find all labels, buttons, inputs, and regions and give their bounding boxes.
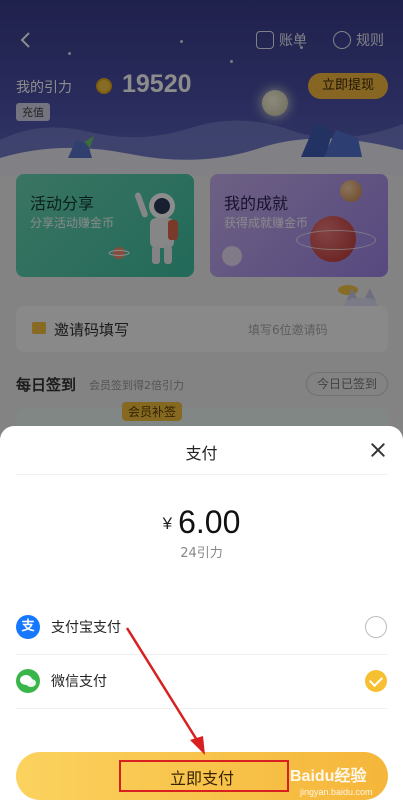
radio-unchecked[interactable] (365, 616, 387, 638)
watermark-url: jingyan.baidu.com (300, 787, 373, 797)
radio-checked-icon[interactable] (365, 670, 387, 692)
amount-display: ¥6.00 (0, 504, 403, 541)
payment-method-label: 支付宝支付 (51, 620, 121, 636)
currency-symbol: ¥ (162, 514, 173, 533)
close-icon[interactable] (366, 438, 390, 462)
divider (16, 708, 387, 709)
amount-gravity: 24引力 (180, 546, 223, 561)
divider (16, 474, 387, 475)
sheet-title: 支付 (185, 444, 218, 463)
payment-method-wechat[interactable]: 微信支付 (0, 654, 403, 708)
watermark-brand: Baidu经验 (290, 768, 367, 785)
payment-sheet: 支付 ¥6.00 24引力 支 支付宝支付 微信支付 立即支付 (0, 426, 403, 807)
payment-method-alipay[interactable]: 支 支付宝支付 (0, 600, 403, 654)
annotation-highlight-box (119, 760, 289, 792)
alipay-icon: 支 (16, 615, 40, 639)
payment-method-label: 微信支付 (51, 674, 107, 690)
wechat-icon (16, 669, 40, 693)
amount-value: 6.00 (178, 504, 241, 540)
